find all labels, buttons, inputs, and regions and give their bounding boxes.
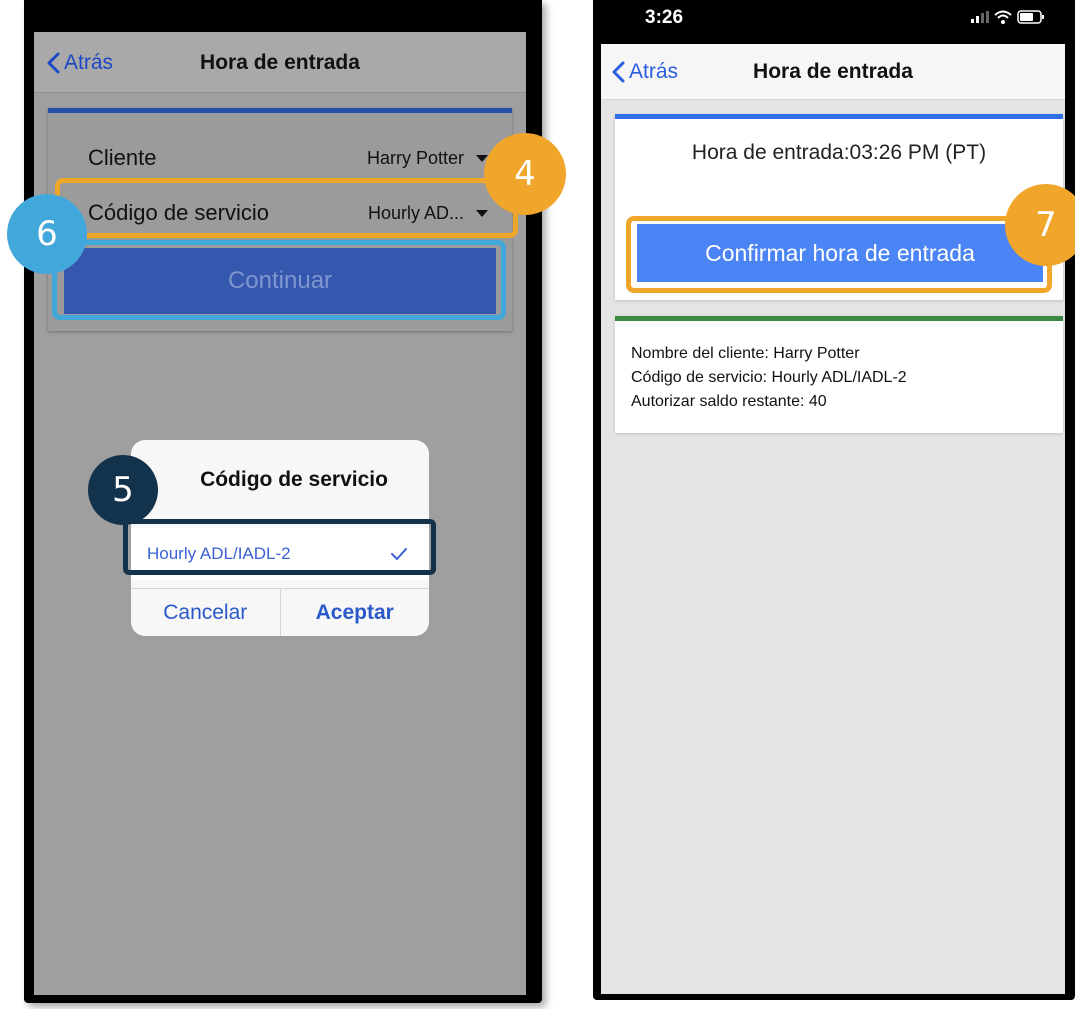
client-info-card: Nombre del cliente: Harry Potter Código … — [615, 316, 1063, 433]
signal-icon — [971, 11, 989, 23]
right-phone-screen: 3:26 Atrás Hora de entrada Hora de entra… — [601, 0, 1065, 994]
client-label: Cliente — [88, 145, 157, 170]
status-time: 3:26 — [645, 7, 684, 28]
status-bar: 3:26 — [601, 0, 1065, 44]
cancel-button[interactable]: Cancelar — [131, 589, 280, 636]
page-title: Hora de entrada — [200, 50, 360, 74]
remaining-balance-line: Autorizar saldo restante: 40 — [631, 393, 827, 410]
highlight-dialog-option — [123, 519, 436, 575]
highlight-confirm — [626, 216, 1052, 293]
dialog-title: Código de servicio — [200, 468, 388, 491]
wifi-icon — [994, 10, 1012, 24]
client-name-line: Nombre del cliente: Harry Potter — [631, 345, 860, 362]
accept-button[interactable]: Aceptar — [279, 589, 430, 636]
entry-time-text: Hora de entrada:03:26 PM (PT) — [691, 141, 987, 164]
nav-bar: Atrás Hora de entrada — [34, 32, 526, 93]
service-code-line: Código de servicio: Hourly ADL/IADL-2 — [631, 369, 907, 386]
callout-badge-4: 4 — [484, 133, 566, 215]
nav-bar: Atrás Hora de entrada — [601, 44, 1065, 100]
callout-badge-5: 5 — [88, 455, 158, 525]
dialog-button-row: Cancelar Aceptar — [131, 588, 429, 636]
highlight-continue — [52, 240, 506, 320]
page-title: Hora de entrada — [753, 60, 913, 83]
client-value: Harry Potter — [366, 147, 464, 168]
status-bar — [34, 0, 526, 32]
client-select[interactable]: Cliente Harry Potter — [88, 133, 488, 183]
status-icons — [971, 10, 1045, 24]
callout-badge-6: 6 — [7, 194, 87, 274]
highlight-service-code — [55, 178, 518, 238]
battery-icon — [1017, 10, 1044, 24]
client-value-wrap: Harry Potter — [367, 148, 488, 169]
